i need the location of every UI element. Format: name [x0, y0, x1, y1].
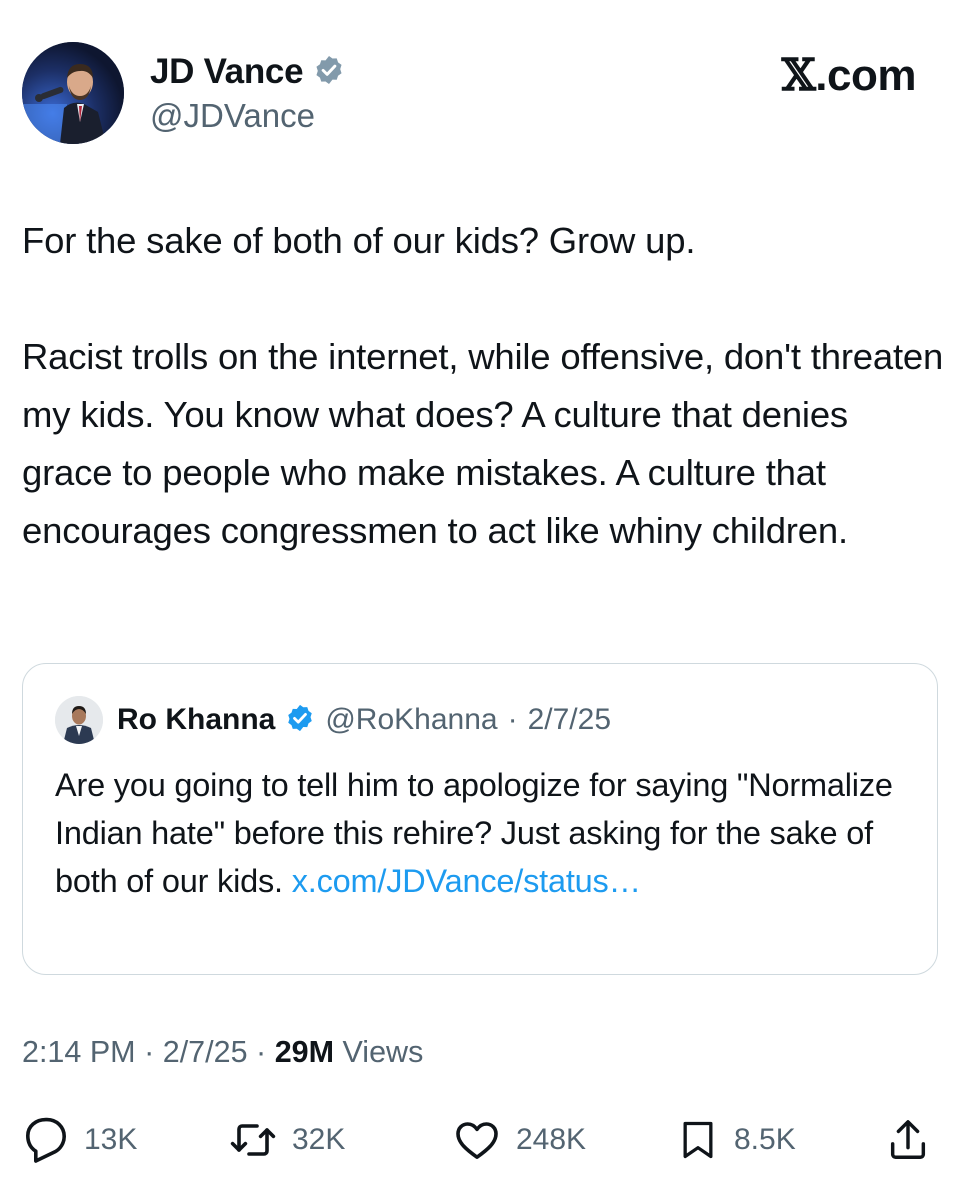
quoted-author-handle[interactable]: @RoKhanna	[325, 703, 497, 737]
x-logo-icon: 𝕏	[781, 50, 816, 101]
repost-count: 32K	[292, 1123, 346, 1156]
bookmark-button[interactable]: 8.5K	[676, 1110, 796, 1170]
reply-count: 13K	[84, 1123, 138, 1156]
brand-domain: .com	[815, 51, 916, 100]
tweet-date[interactable]: 2/7/25	[163, 1035, 248, 1069]
quoted-tweet-text: Are you going to tell him to apologize f…	[55, 761, 905, 905]
quoted-date[interactable]: 2/7/25	[528, 703, 611, 737]
quoted-avatar-photo-icon	[55, 696, 103, 744]
quoted-author-avatar[interactable]	[55, 696, 103, 744]
tweet-text: For the sake of both of our kids? Grow u…	[22, 212, 947, 560]
repost-button[interactable]: 32K	[228, 1110, 345, 1170]
verified-badge-icon	[313, 54, 345, 91]
quoted-author-name[interactable]: Ro Khanna	[117, 703, 275, 737]
views-count: 29M	[274, 1035, 335, 1069]
bookmark-icon	[683, 1121, 713, 1159]
reply-button[interactable]: 13K	[22, 1110, 137, 1170]
quoted-tweet-link[interactable]: x.com/​JDVance/status…	[292, 863, 641, 899]
tweet-paragraph: Racist trolls on the internet, while off…	[22, 336, 944, 551]
meta-separator: ·	[256, 1035, 267, 1069]
tweet-time[interactable]: 2:14 PM	[22, 1035, 136, 1069]
like-count: 248K	[516, 1123, 587, 1156]
bookmark-count: 8.5K	[734, 1123, 796, 1156]
meta-separator: ·	[144, 1035, 155, 1069]
share-button[interactable]	[885, 1110, 931, 1170]
like-icon	[456, 1122, 498, 1159]
author-handle[interactable]: @JDVance	[150, 97, 315, 135]
repost-icon	[230, 1124, 276, 1156]
brand-logo: 𝕏.com	[781, 50, 917, 101]
share-icon	[890, 1120, 926, 1159]
action-bar: 13K 32K 248K 8.5K	[0, 1110, 962, 1170]
tweet-meta: 2:14 PM · 2/7/25 · 29M Views	[22, 1035, 423, 1070]
quoted-verified-badge-icon	[285, 703, 315, 738]
author-display-name[interactable]: JD Vance	[150, 52, 304, 92]
tweet-paragraph: For the sake of both of our kids? Grow u…	[22, 220, 696, 261]
avatar-photo-icon	[22, 42, 124, 144]
like-button[interactable]: 248K	[452, 1110, 586, 1170]
author-avatar[interactable]	[22, 42, 124, 144]
quoted-tweet-card[interactable]: Ro Khanna @RoKhanna · 2/7/25 Are you going…	[22, 663, 938, 975]
reply-icon	[26, 1117, 66, 1163]
views-label: Views	[342, 1035, 424, 1069]
quoted-separator: ·	[507, 703, 518, 736]
author-name-row: JD Vance	[150, 52, 345, 92]
quoted-tweet-header: Ro Khanna @RoKhanna · 2/7/25	[55, 696, 611, 744]
